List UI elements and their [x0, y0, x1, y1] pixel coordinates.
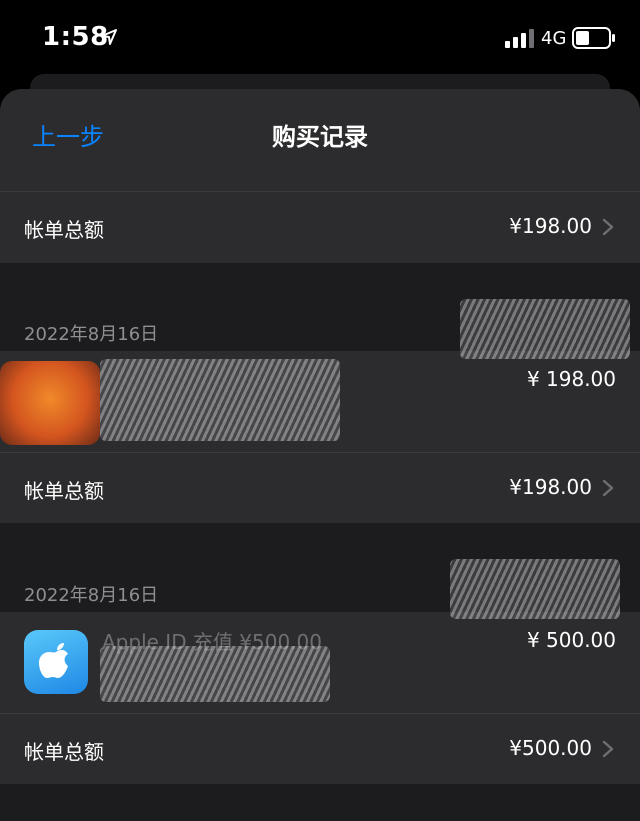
redaction-scribble: [100, 359, 340, 441]
purchase-date: 2022年8月16日: [24, 585, 159, 606]
purchase-item-row[interactable]: ¥ 198.00: [0, 351, 640, 451]
cellular-signal-icon: [505, 29, 534, 48]
location-arrow-icon: [101, 29, 117, 45]
bill-total-label: 帐单总额: [24, 740, 104, 764]
status-time: 1:58: [42, 22, 109, 52]
bill-total-amount: ¥198.00: [509, 475, 592, 499]
app-icon: [24, 630, 88, 694]
status-bar: 1:58 4G: [0, 0, 640, 76]
redaction-scribble: [450, 559, 620, 619]
battery-icon: [572, 27, 615, 49]
purchase-item-row[interactable]: Apple ID 充值 ¥500.00 ¥ 500.00: [0, 612, 640, 712]
purchase-history-sheet: 上一步 购买记录 帐单总额 ¥198.00 2022年8月16日 ¥ 198.0…: [0, 89, 640, 821]
bill-total-amount: ¥500.00: [509, 736, 592, 760]
bill-total-row[interactable]: 帐单总额 ¥198.00: [0, 192, 640, 262]
bill-total-row[interactable]: 帐单总额 ¥198.00: [0, 453, 640, 523]
purchase-item-amount: ¥ 198.00: [526, 367, 616, 391]
bill-group-1: 帐单总额 ¥198.00: [0, 179, 640, 263]
purchase-item-amount: ¥ 500.00: [526, 628, 616, 652]
bill-total-label: 帐单总额: [24, 479, 104, 503]
bill-total-label: 帐单总额: [24, 218, 104, 242]
bill-group-3: Apple ID 充值 ¥500.00 ¥ 500.00 帐单总额 ¥500.0…: [0, 612, 640, 784]
bill-total-row[interactable]: 帐单总额 ¥500.00: [0, 714, 640, 784]
apple-logo-icon: [39, 643, 68, 678]
chevron-right-icon: [602, 740, 614, 758]
page-title: 购买记录: [272, 123, 368, 151]
chevron-right-icon: [602, 479, 614, 497]
redaction-scribble: [100, 646, 330, 702]
bill-group-2: ¥ 198.00 帐单总额 ¥198.00: [0, 351, 640, 523]
app-icon: [0, 361, 100, 445]
redaction-scribble: [460, 299, 630, 359]
navigation-bar: 上一步 购买记录: [0, 89, 640, 179]
bill-total-amount: ¥198.00: [509, 214, 592, 238]
chevron-right-icon: [602, 218, 614, 236]
network-type: 4G: [541, 28, 567, 49]
purchase-date: 2022年8月16日: [24, 324, 159, 345]
